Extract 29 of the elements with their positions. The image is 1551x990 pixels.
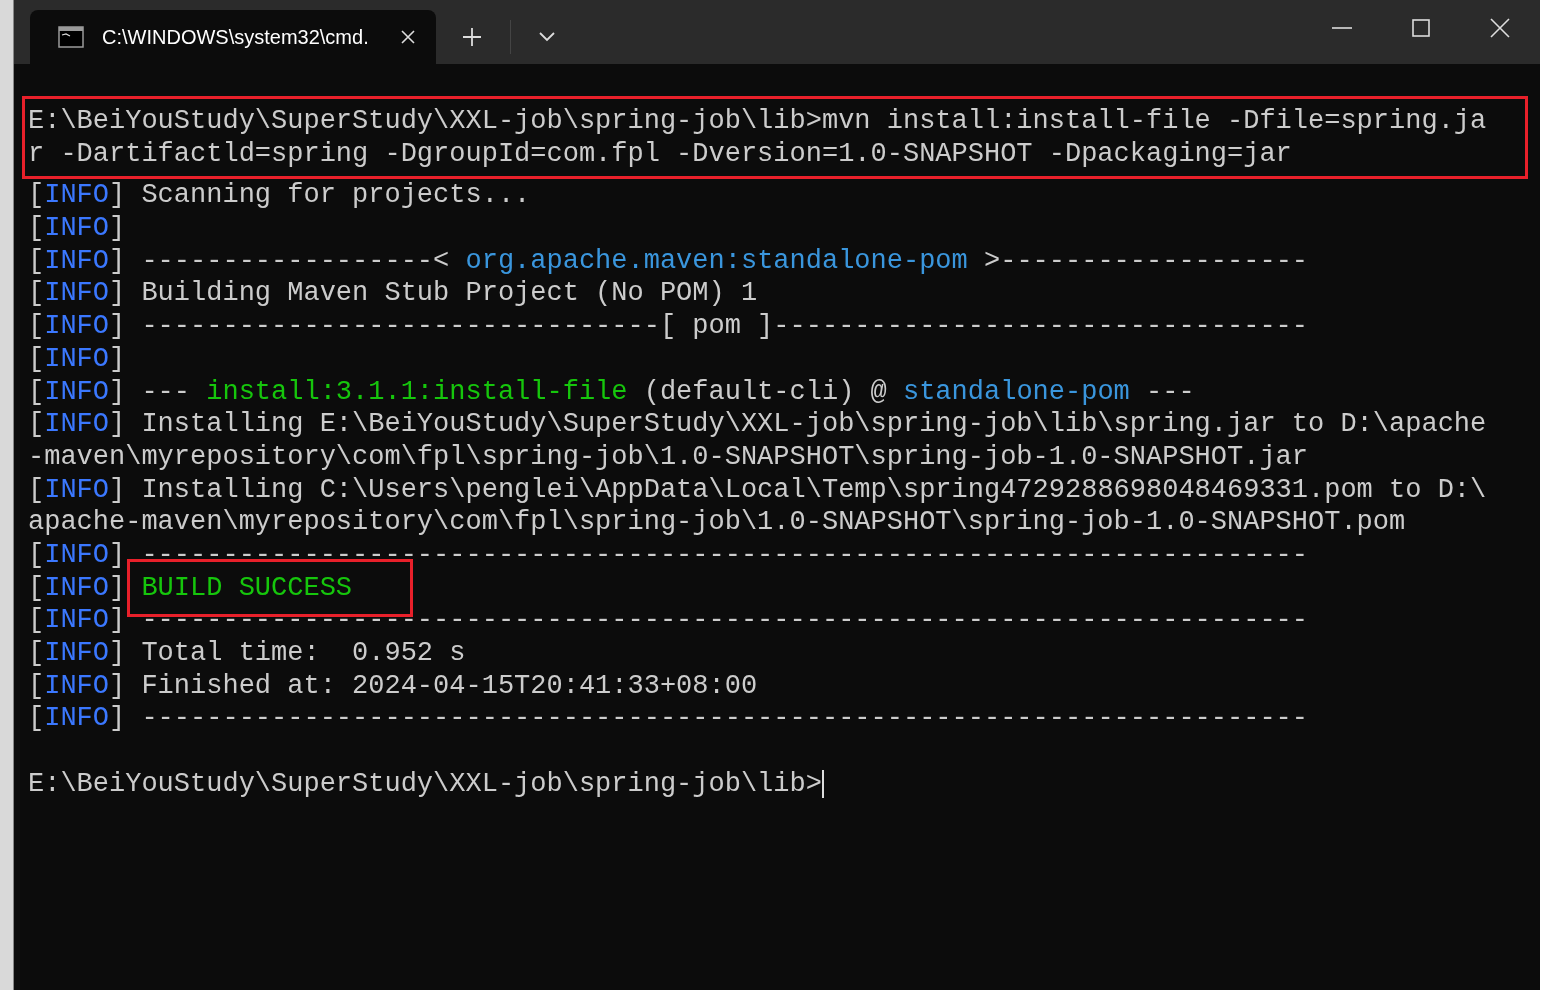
- terminal-line: [INFO] ------------------------------------------------------------------------: [28, 702, 1308, 736]
- chevron-down-icon[interactable]: [539, 32, 555, 42]
- terminal-line: [INFO]: [28, 571, 127, 605]
- terminal-line: E:\BeiYouStudy\SuperStudy\XXL-job\spring-job\lib>: [28, 767, 822, 801]
- terminal-line: [INFO] Finished at: 2024-04-15T20:41:33+08:00: [28, 669, 758, 703]
- terminal-line: r -Dartifactld=spring -DgroupId=com.fpl -Dversion=1.0-SNAPSHOT -Dpackaging=jar: [28, 137, 1292, 171]
- terminal-line: [INFO] Scanning for projects...: [28, 179, 531, 213]
- terminal-line: apache-maven\myrepository\com\fpl\spring-job\1.0-SNAPSHOT\spring-job-1.0-SNAPSHOT.pom: [28, 506, 1406, 539]
- tab-title: C:\WINDOWS\system32\cmd.: [102, 25, 370, 50]
- plus-icon[interactable]: [462, 27, 482, 47]
- terminal-line: [INFO]: [28, 342, 126, 376]
- terminal-line: [INFO] ------------------------------------------------------------------------: [28, 604, 1308, 637]
- close-icon[interactable]: [400, 29, 416, 45]
- console-icon: [58, 26, 84, 48]
- terminal-line: [INFO] Total time: 0.952 s: [28, 637, 466, 670]
- maximize-icon[interactable]: [1412, 19, 1430, 37]
- terminal-line: [INFO] --- install:3.1.1:install-file (default-cli) @ standalone-pom ---: [28, 375, 1195, 409]
- terminal-line: E:\BeiYouStudy\SuperStudy\XXL-job\spring-job\lib>mvn install:install-file -Dfile=spring.ja: [28, 105, 1487, 138]
- terminal-line: [INFO] Installing E:\BeiYouStudy\SuperStudy\XXL-job\spring-job\lib\spring.jar to D:\apache: [28, 408, 1487, 441]
- terminal-line: [INFO] Installing C:\Users\penglei\AppData\Local\Temp\spring4729288698048469331.pom to D:\: [28, 473, 1487, 507]
- status-text: BUILD SUCCESS: [141, 572, 353, 603]
- terminal-line: [INFO]: [28, 212, 126, 245]
- terminal-line: -maven\myrepository\com\fpl\spring-job\1.0-SNAPSHOT\spring-job-1.0-SNAPSHOT.jar: [28, 440, 1308, 474]
- terminal-line: [INFO] ------------------< org.apache.maven:standalone-pom >-------------------: [28, 244, 1309, 278]
- terminal-tab[interactable]: C:\WINDOWS\system32\cmd.: [30, 10, 436, 64]
- terminal-line: [INFO] ------------------------------------------------------------------------: [28, 538, 1308, 572]
- terminal-line: [INFO] Building Maven Stub Project (No POM) 1: [28, 277, 758, 311]
- close-icon[interactable]: [1490, 18, 1510, 38]
- terminal-line: [INFO] --------------------------------[ pom ]---------------------------------: [28, 310, 1308, 343]
